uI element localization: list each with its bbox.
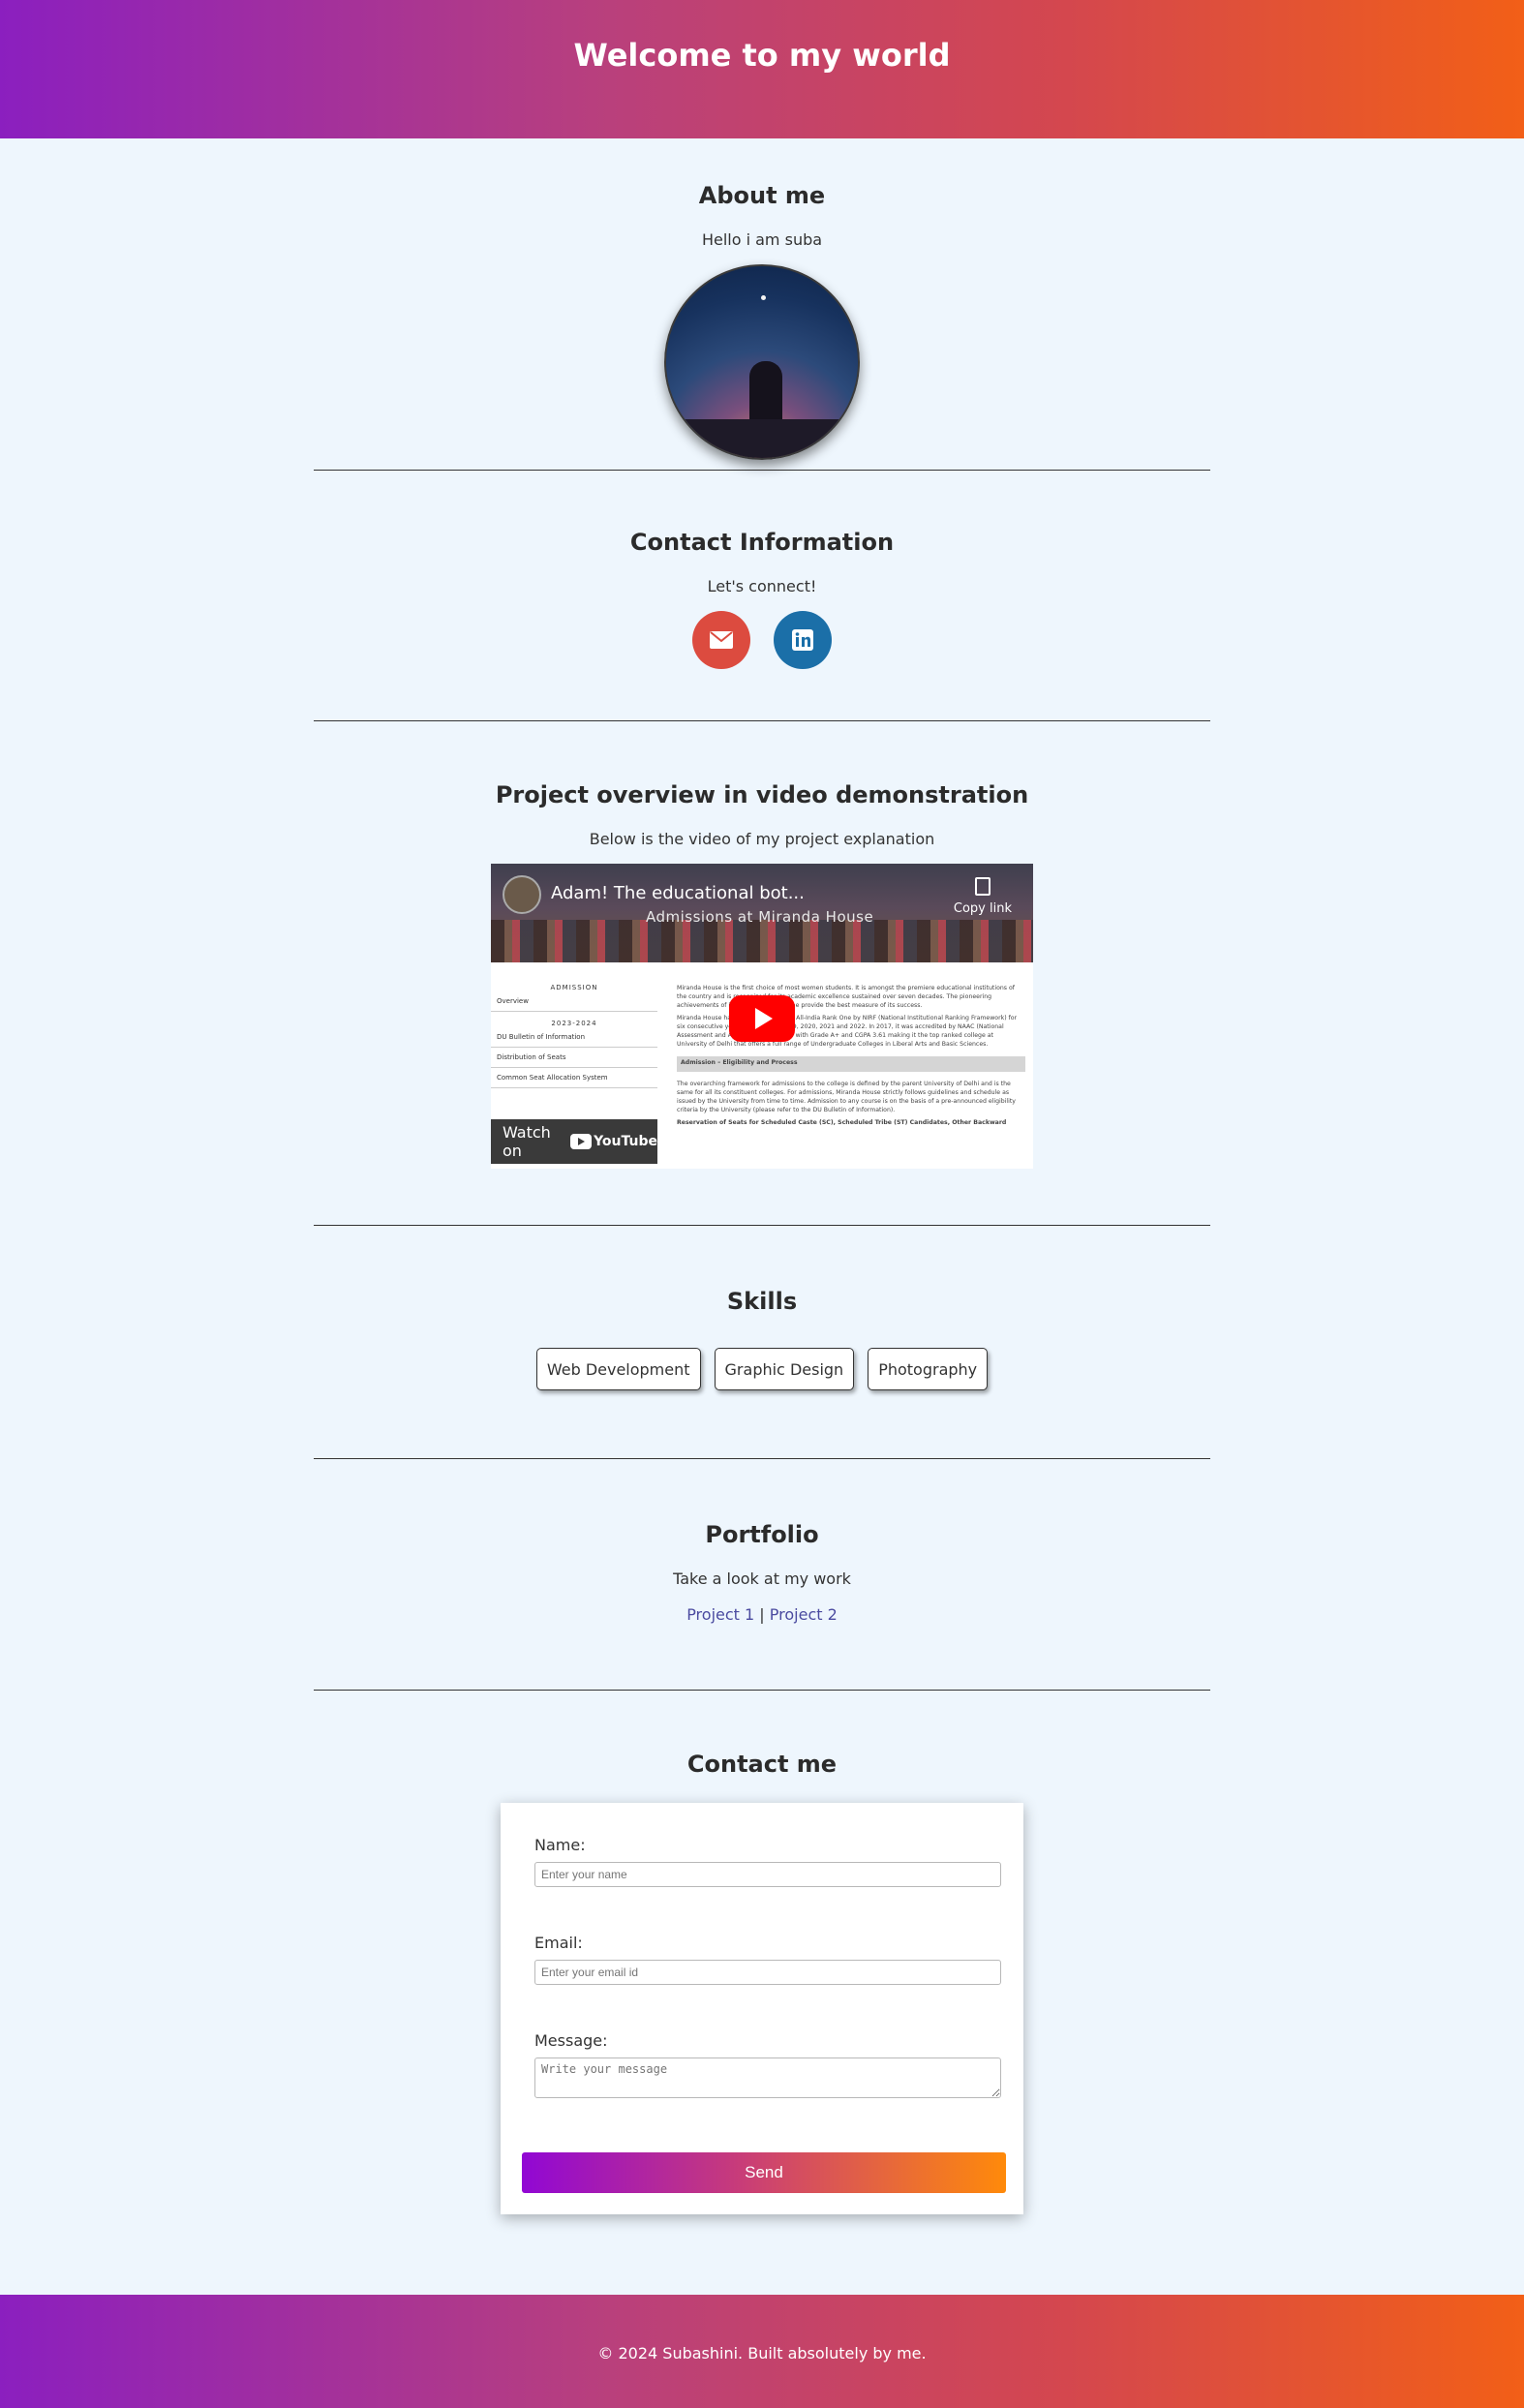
project-1-link[interactable]: Project 1 (686, 1605, 754, 1624)
profile-photo (664, 264, 860, 460)
site-footer: © 2024 Subashini. Built absolutely by me… (0, 2295, 1524, 2408)
youtube-play-icon (570, 1134, 593, 1149)
left-panel-row: Distribution of Seats (491, 1048, 657, 1068)
about-section: About me Hello i am suba (0, 138, 1524, 470)
copy-icon (974, 877, 991, 896)
link-separator: | (759, 1605, 765, 1624)
video-thumbnail-top: Adam! The educational bot... Admissions … (491, 864, 1033, 962)
skills-heading: Skills (726, 1288, 798, 1315)
youtube-wordmark: YouTube (594, 1134, 657, 1149)
thumbnail-crowd (491, 920, 1033, 962)
portfolio-heading: Portfolio (705, 1521, 819, 1548)
linkedin-link-button[interactable] (774, 611, 832, 669)
left-panel-title: ADMISSION (550, 984, 598, 991)
name-label: Name: (534, 1836, 586, 1854)
youtube-logo-icon: YouTube (570, 1134, 657, 1149)
channel-avatar[interactable] (503, 875, 541, 914)
footer-text: © 2024 Subashini. Built absolutely by me… (597, 2344, 927, 2362)
send-button[interactable]: Send (522, 2152, 1006, 2193)
portfolio-text: Take a look at my work (673, 1570, 851, 1588)
video-title[interactable]: Adam! The educational bot... (551, 883, 805, 903)
right-panel-paragraph: Reservation of Seats for Scheduled Caste… (677, 1119, 1007, 1126)
play-button[interactable] (729, 995, 795, 1042)
about-heading: About me (698, 182, 826, 209)
video-section: Project overview in video demonstration … (0, 721, 1524, 1225)
skills-list: Web Development Graphic Design Photograp… (0, 1348, 1524, 1390)
about-text: Hello i am suba (701, 230, 823, 249)
skill-chip: Photography (868, 1348, 989, 1390)
left-panel-year: 2023-2024 (551, 1020, 597, 1027)
right-panel-bar: Admission – Eligibility and Process (677, 1056, 1025, 1072)
left-panel-row: DU Bulletin of Information (491, 1027, 657, 1048)
portfolio-links: Project 1 | Project 2 (0, 1605, 1524, 1624)
skill-chip: Web Development (535, 1348, 701, 1390)
copy-link-button[interactable]: Copy link (954, 877, 1012, 916)
message-label: Message: (534, 2031, 608, 2050)
contact-info-section: Contact Information Let's connect! (0, 471, 1524, 720)
site-header: Welcome to my world (0, 0, 1524, 138)
contact-info-heading: Contact Information (629, 529, 895, 556)
contact-form-heading: Contact me (686, 1751, 838, 1778)
portfolio-section: Portfolio Take a look at my work Project… (0, 1459, 1524, 1690)
left-panel-row: Common Seat Allocation System (491, 1068, 657, 1088)
watch-on-label: Watch on (503, 1123, 551, 1160)
contact-info-text: Let's connect! (707, 577, 817, 595)
video-text: Below is the video of my project explana… (589, 830, 935, 848)
moon-shape (761, 295, 766, 300)
email-input[interactable] (534, 1960, 1001, 1985)
social-links (0, 611, 1524, 669)
page-title: Welcome to my world (573, 36, 951, 74)
ground-shape (666, 419, 858, 458)
watch-on-youtube-button[interactable]: Watch on YouTube (491, 1119, 657, 1164)
skills-section: Skills Web Development Graphic Design Ph… (0, 1226, 1524, 1458)
copy-link-label: Copy link (953, 901, 1012, 916)
skill-chip: Graphic Design (714, 1348, 855, 1390)
left-panel-row: Overview (491, 991, 657, 1012)
envelope-icon (710, 631, 733, 649)
contact-form: Name: Email: Message: Send (501, 1803, 1023, 2214)
email-link-button[interactable] (692, 611, 750, 669)
contact-form-section: Contact me Name: Email: Message: Send (0, 1691, 1524, 2242)
video-subtitle: Admissions at Miranda House (646, 908, 874, 926)
video-heading: Project overview in video demonstration (495, 781, 1029, 808)
linkedin-icon (792, 629, 813, 651)
right-panel-paragraph: The overarching framework for admissions… (677, 1081, 1016, 1113)
email-label: Email: (534, 1934, 583, 1952)
project-2-link[interactable]: Project 2 (770, 1605, 838, 1624)
youtube-embed[interactable]: Adam! The educational bot... Admissions … (491, 864, 1033, 1169)
thumbnail-right-panel: Miranda House is the first choice of mos… (669, 976, 1033, 1169)
name-input[interactable] (534, 1862, 1001, 1887)
message-textarea[interactable] (534, 2057, 1001, 2098)
